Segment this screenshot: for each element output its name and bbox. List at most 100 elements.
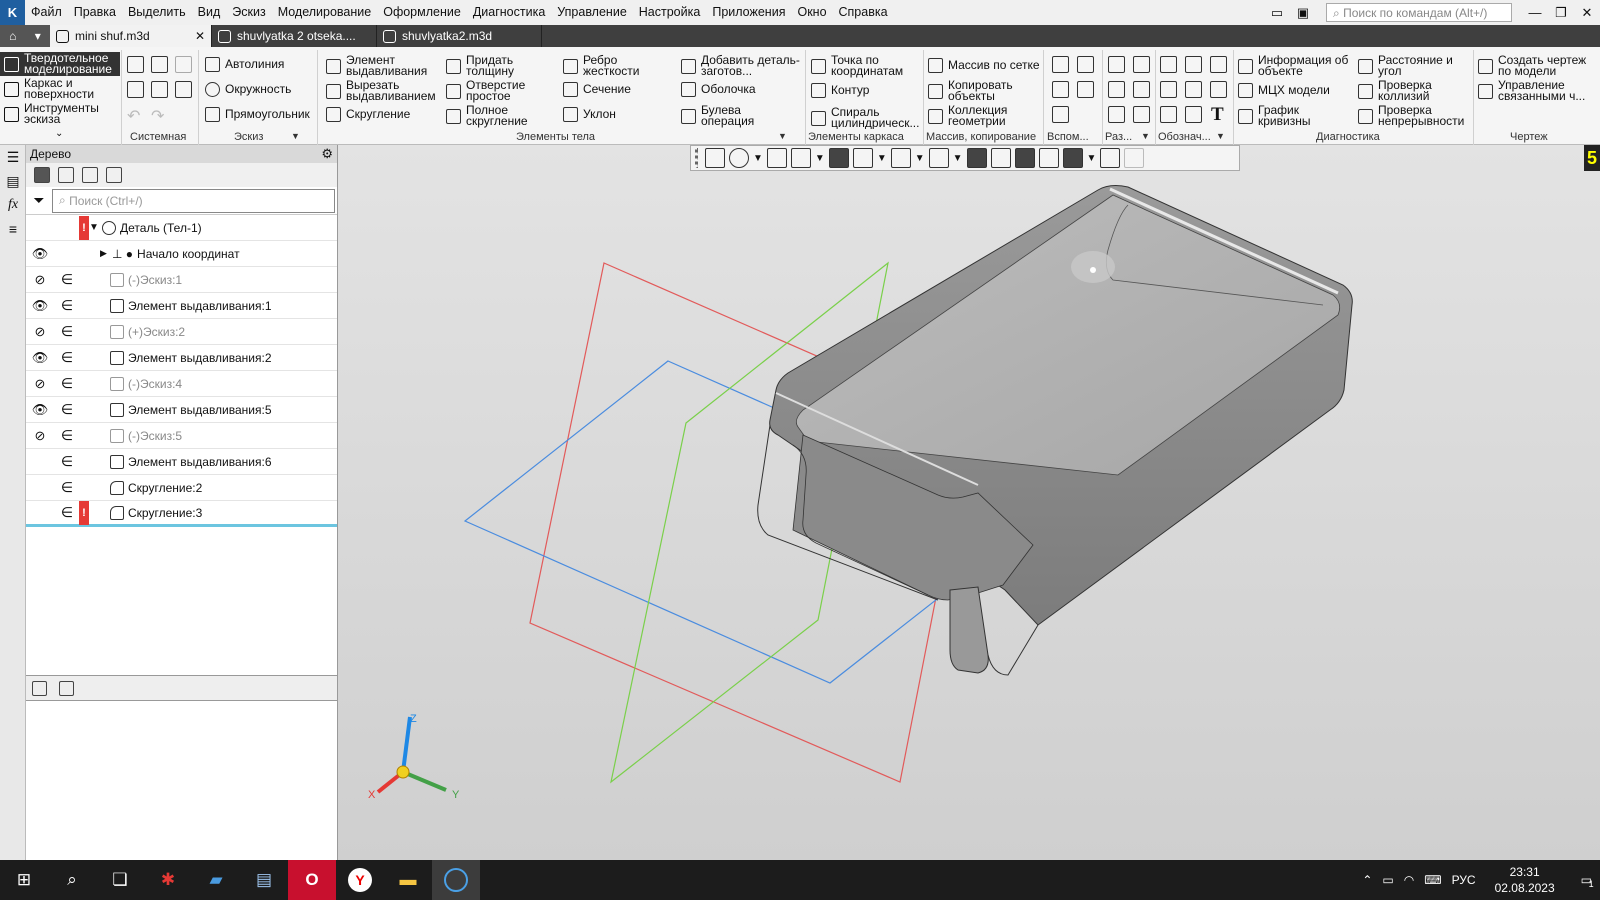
chevron-down-icon[interactable]: ▾ (35, 29, 41, 43)
redo-icon[interactable]: ↷ (151, 106, 164, 126)
tree-row-sketch2[interactable]: ⊘ ∈ (+)Эскиз:2 (26, 319, 337, 345)
visibility-eye-icon[interactable]: 👁 (26, 246, 54, 262)
full-fillet-button[interactable]: Полное скругление (446, 104, 546, 127)
opera-icon[interactable]: O (288, 860, 336, 900)
aux-axis-icon[interactable] (1077, 56, 1094, 73)
tree-root-row[interactable]: ! ▼ Деталь (Тел-1) (26, 215, 337, 241)
tolerance-icon[interactable] (1160, 81, 1177, 98)
gear-icon[interactable]: ⚙ (321, 146, 333, 162)
menu-management[interactable]: Управление (551, 0, 633, 25)
mode-sketch-tools[interactable]: Инструменты эскиза (0, 102, 120, 126)
rectangle-button[interactable]: Прямоугольник (205, 107, 310, 122)
tree-row-fillet2[interactable]: ∈ Скругление:2 (26, 475, 337, 501)
aux-offset-plane-icon[interactable] (1052, 81, 1069, 98)
tree-row-extrude1[interactable]: 👁 ∈ Элемент выдавливания:1 (26, 293, 337, 319)
tree-structure-icon[interactable] (34, 167, 50, 183)
grid-array-button[interactable]: Массив по сетке (928, 58, 1040, 73)
clock[interactable]: 23:31 02.08.2023 (1495, 864, 1555, 896)
group-designation-dropdown-icon[interactable]: ▼ (1216, 131, 1225, 141)
tree-selection-icon[interactable] (106, 167, 122, 183)
search-icon[interactable]: ⌕ (48, 860, 96, 900)
kompas-taskbar-icon[interactable] (432, 860, 480, 900)
expand-arrow-icon[interactable]: ▼ (89, 222, 99, 233)
yandex-browser-icon[interactable]: Y (336, 860, 384, 900)
circle-button[interactable]: Окружность (205, 82, 291, 97)
save-icon[interactable] (175, 56, 192, 73)
tree-panel-icon[interactable]: ☰ (5, 149, 21, 165)
aux-cs-icon[interactable] (1077, 81, 1094, 98)
tree-build-order-icon[interactable] (58, 167, 74, 183)
tab-mini-shuf[interactable]: mini shuf.m3d ✕ (50, 25, 212, 47)
tray-model[interactable] (757, 185, 1353, 676)
hidden-eye-icon[interactable]: ⊘ (26, 376, 54, 392)
menu-view[interactable]: Вид (192, 0, 227, 25)
tray-chevron-icon[interactable]: ⌃ (1362, 873, 1372, 887)
thicken-button[interactable]: Придать толщину (446, 54, 546, 77)
wifi-icon[interactable]: ◠ (1404, 873, 1414, 887)
autoline-button[interactable]: Автолиния (205, 57, 284, 72)
helix-button[interactable]: Спираль цилиндрическ... (811, 107, 923, 129)
panel-icon[interactable]: ▣ (1290, 0, 1316, 25)
group-sketch-dropdown-icon[interactable]: ▼ (291, 131, 300, 141)
create-drawing-button[interactable]: Создать чертеж по модели (1478, 54, 1598, 77)
thread-icon[interactable] (1210, 81, 1227, 98)
3d-viewport[interactable]: ▼ ▼ ▼ ▼ ▼ ▼ 5 Z Y X (338, 145, 1600, 860)
weld-icon[interactable] (1160, 106, 1177, 123)
layout-icon[interactable]: ▭ (1264, 0, 1290, 25)
shell-button[interactable]: Оболочка (681, 82, 756, 97)
expand-chevron-icon[interactable]: ⌄ (55, 128, 63, 139)
dim-angle-icon[interactable] (1133, 56, 1150, 73)
close-tab-icon[interactable]: ✕ (195, 29, 205, 43)
menu-window[interactable]: Окно (791, 0, 832, 25)
mark-icon[interactable] (1185, 81, 1202, 98)
collision-check-button[interactable]: Проверка коллизий (1358, 79, 1470, 102)
inclusion-icon[interactable]: ∈ (54, 271, 80, 288)
menu-help[interactable]: Справка (833, 0, 894, 25)
tree-row-extrude6[interactable]: ∈ Элемент выдавливания:6 (26, 449, 337, 475)
axis-triad[interactable]: Z Y X (368, 713, 460, 801)
menu-select[interactable]: Выделить (122, 0, 192, 25)
point-by-coords-button[interactable]: Точка по координатам (811, 54, 921, 77)
variables-fx-icon[interactable]: fx (5, 197, 21, 213)
menu-file[interactable]: Файл (25, 0, 68, 25)
curvature-plot-button[interactable]: График кривизны (1238, 104, 1348, 127)
base-icon[interactable] (1185, 56, 1202, 73)
restore-icon[interactable]: ❐ (1548, 0, 1574, 25)
tree-row-extrude5[interactable]: 👁 ∈ Элемент выдавливания:5 (26, 397, 337, 423)
open-folder-icon[interactable] (151, 56, 168, 73)
inclusion-icon[interactable]: ∈ (54, 323, 80, 340)
visibility-eye-icon[interactable]: 👁 (26, 350, 54, 366)
task-view-icon[interactable]: ❏ (96, 860, 144, 900)
text-tool-icon[interactable]: T (1211, 104, 1224, 126)
app-red-icon[interactable]: ✱ (144, 860, 192, 900)
close-icon[interactable]: ✕ (1574, 0, 1600, 25)
cut-extrude-button[interactable]: Вырезать выдавливанием (326, 79, 436, 102)
tree-view-icon[interactable] (32, 680, 47, 696)
kompas-logo-icon[interactable]: K (0, 0, 25, 25)
hidden-eye-icon[interactable]: ⊘ (26, 428, 54, 444)
print-icon[interactable] (127, 81, 144, 98)
draft-button[interactable]: Уклон (563, 107, 616, 122)
tree-row-sketch5[interactable]: ⊘ ∈ (-)Эскиз:5 (26, 423, 337, 449)
minimize-icon[interactable]: — (1522, 0, 1548, 25)
tab-shuvlyatka-2-otseka[interactable]: shuvlyatka 2 otseka.... (212, 25, 377, 47)
fillet-button[interactable]: Скругление (326, 107, 410, 122)
notification-center-icon[interactable]: ▭ 1 (1581, 873, 1594, 889)
copy-objects-button[interactable]: Копировать объекты (928, 79, 1040, 102)
collapsed-arrow-icon[interactable]: ▶ (100, 248, 107, 259)
inclusion-icon[interactable]: ∈ (54, 504, 80, 521)
hidden-eye-icon[interactable]: ⊘ (26, 272, 54, 288)
distance-angle-button[interactable]: Расстояние и угол (1358, 54, 1470, 77)
leader-icon[interactable] (1210, 56, 1227, 73)
dim-chain-icon[interactable] (1133, 106, 1150, 123)
tree-row-sketch1[interactable]: ⊘ ∈ (-)Эскиз:1 (26, 267, 337, 293)
menu-edit[interactable]: Правка (68, 0, 122, 25)
dim-linear-icon[interactable] (1108, 56, 1125, 73)
visibility-eye-icon[interactable]: 👁 (26, 402, 54, 418)
tree-search-input[interactable]: ⌕ Поиск (Ctrl+/) (52, 188, 335, 213)
mode-solid-modeling[interactable]: Твердотельное моделирование (0, 52, 120, 76)
menu-sketch[interactable]: Эскиз (226, 0, 271, 25)
roughness-icon[interactable] (1160, 56, 1177, 73)
menu-apps[interactable]: Приложения (706, 0, 791, 25)
mode-frame-surfaces[interactable]: Каркас и поверхности (0, 77, 120, 101)
